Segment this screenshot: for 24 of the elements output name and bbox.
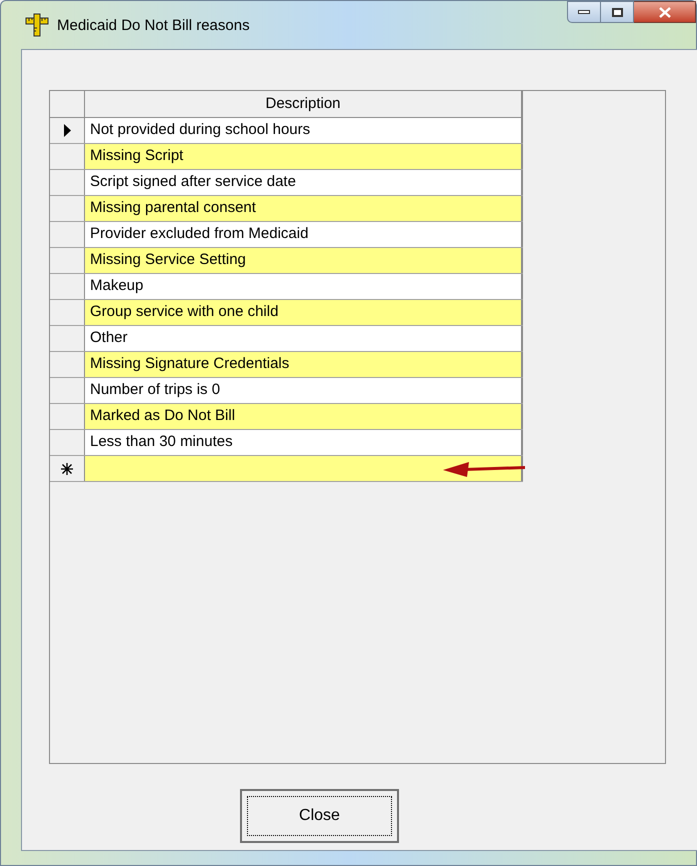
new-row-cell[interactable] [85, 456, 523, 481]
minimize-button[interactable] [567, 1, 601, 23]
table-cell[interactable]: Missing parental consent [85, 196, 523, 221]
table-cell[interactable]: Other [85, 326, 523, 351]
table-cell[interactable]: Missing Signature Credentials [85, 352, 523, 377]
table-cell[interactable]: Group service with one child [85, 300, 523, 325]
current-row-icon [64, 124, 70, 137]
table-cell[interactable]: Marked as Do Not Bill [85, 404, 523, 429]
new-row-icon [61, 462, 73, 474]
window-title: Medicaid Do Not Bill reasons [57, 16, 250, 36]
close-icon [658, 6, 670, 18]
maximize-button[interactable] [601, 1, 634, 23]
arrow-icon [443, 460, 527, 476]
ruler-icon [25, 13, 49, 37]
table-cell[interactable]: Script signed after service date [85, 170, 523, 195]
table-cell[interactable]: Less than 30 minutes [85, 430, 523, 455]
close-window-button[interactable] [634, 1, 696, 23]
table-cell[interactable]: Not provided during school hours [85, 118, 523, 143]
close-button[interactable]: Close [240, 789, 399, 843]
table-cell[interactable]: Number of trips is 0 [85, 378, 523, 403]
table-cell[interactable]: Missing Script [85, 144, 523, 169]
table-cell[interactable]: Provider excluded from Medicaid [85, 222, 523, 247]
table-cell[interactable]: Makeup [85, 274, 523, 299]
table-cell[interactable]: Missing Service Setting [85, 248, 523, 273]
